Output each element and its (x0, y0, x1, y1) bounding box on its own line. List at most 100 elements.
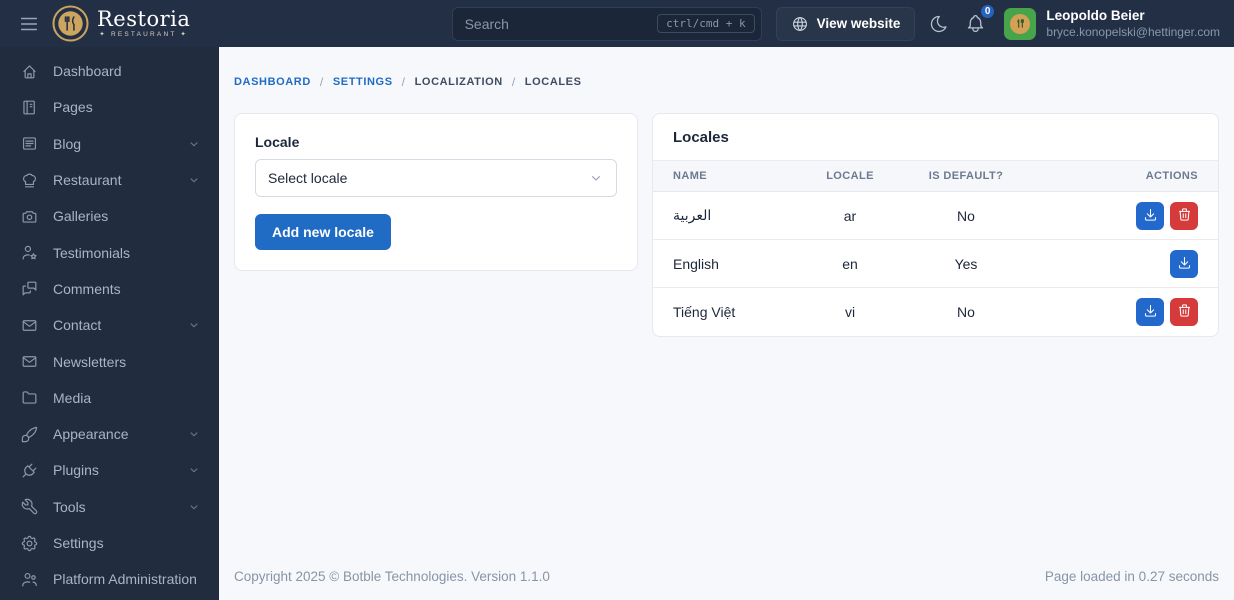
locales-card-title: Locales (653, 114, 1218, 161)
sidebar-item-restaurant[interactable]: Restaurant (0, 162, 219, 198)
column-header-name: NAME (653, 161, 793, 192)
cell-is-default: No (957, 303, 975, 320)
brand-tagline: ✦ RESTAURANT ✦ (99, 30, 189, 38)
cell-locale: en (793, 239, 907, 288)
search-input[interactable]: Search ctrl/cmd + k (451, 6, 762, 41)
camera-icon (20, 207, 40, 226)
chevron-down-icon (187, 318, 201, 332)
sidebar-item-dashboard[interactable]: Dashboard (0, 53, 219, 89)
user-name: Leopoldo Beier (1046, 7, 1145, 23)
article-icon (20, 134, 40, 153)
trash-icon (1177, 207, 1192, 225)
view-website-label: View website (816, 16, 901, 31)
messages-icon (20, 279, 40, 298)
breadcrumb-separator: / (511, 75, 516, 89)
table-row: Tiếng Việt vi No (653, 288, 1218, 336)
delete-locale-button[interactable] (1170, 201, 1198, 230)
view-website-button[interactable]: View website (775, 6, 916, 41)
download-icon (1177, 255, 1192, 273)
cell-actions (1025, 239, 1218, 288)
chevron-down-icon (187, 173, 201, 187)
sidebar-item-appearance[interactable]: Appearance (0, 416, 219, 452)
chevron-down-icon (187, 500, 201, 514)
cell-is-default: Yes (907, 239, 1025, 288)
menu-icon (20, 17, 38, 30)
download-locale-button[interactable] (1170, 249, 1198, 278)
add-new-locale-button[interactable]: Add new locale (255, 214, 391, 250)
settings-icon (20, 534, 40, 553)
download-locale-button[interactable] (1136, 201, 1164, 230)
dark-mode-toggle[interactable] (927, 12, 951, 36)
globe-icon (791, 15, 809, 33)
mail-icon (20, 316, 40, 335)
brush-icon (20, 425, 40, 444)
sidebar-item-comments[interactable]: Comments (0, 271, 219, 307)
utensils-icon (52, 5, 89, 42)
sidebar-item-plugins[interactable]: Plugins (0, 452, 219, 488)
sidebar-item-blog[interactable]: Blog (0, 126, 219, 162)
breadcrumb-separator: / (319, 75, 324, 89)
cards-row: Locale Select locale Add new locale Loca… (234, 113, 1219, 337)
locales-table-body: العربية ar No English en Yes Tiếng Việt vi No (653, 191, 1218, 336)
brand-text: Restoria ✦ RESTAURANT ✦ (97, 6, 191, 39)
column-header-is-default: IS DEFAULT? (907, 161, 1025, 192)
cell-name: Tiếng Việt (673, 303, 736, 320)
locales-table: NAME LOCALE IS DEFAULT? ACTIONS العربية a… (653, 161, 1218, 336)
breadcrumb-item-locales: LOCALES (524, 76, 582, 88)
footer: Copyright 2025 © Botble Technologies. Ve… (234, 549, 1219, 584)
sidebar-item-media[interactable]: Media (0, 380, 219, 416)
menu-toggle-button[interactable] (14, 9, 44, 39)
locale-select[interactable]: Select locale (255, 159, 617, 197)
sidebar-item-galleries[interactable]: Galleries (0, 198, 219, 234)
breadcrumb-item-settings[interactable]: SETTINGS (333, 76, 393, 88)
sidebar-item-settings[interactable]: Settings (0, 525, 219, 561)
add-locale-card: Locale Select locale Add new locale (234, 113, 638, 271)
locale-select-value: Select locale (268, 170, 348, 186)
search-shortcut-kbd: ctrl/cmd + k (657, 14, 755, 33)
topbar: Restoria ✦ RESTAURANT ✦ Search ctrl/cmd … (0, 0, 1234, 47)
breadcrumb: DASHBOARD / SETTINGS / LOCALIZATION / LOCALES (234, 75, 1219, 89)
sidebar-item-contact[interactable]: Contact (0, 307, 219, 343)
delete-locale-button[interactable] (1170, 297, 1198, 326)
cell-name: English (653, 239, 793, 288)
avatar (1004, 7, 1037, 40)
notebook-icon (20, 98, 40, 117)
sidebar-item-pages[interactable]: Pages (0, 89, 219, 125)
download-icon (1143, 303, 1158, 321)
download-locale-button[interactable] (1136, 297, 1164, 326)
chevron-down-icon (187, 137, 201, 151)
avatar-utensils-icon (1010, 13, 1031, 34)
copyright-text: Copyright 2025 © Botble Technologies. Ve… (234, 569, 550, 584)
breadcrumb-item-dashboard[interactable]: DASHBOARD (234, 76, 311, 88)
user-email: bryce.konopelski@hettinger.com (1046, 24, 1220, 39)
sidebar-item-platform-administration[interactable]: Platform Administration (0, 561, 219, 597)
cell-locale: ar (793, 191, 907, 240)
notifications-button[interactable]: 0 (963, 3, 997, 36)
cell-name: العربية (653, 191, 793, 240)
column-header-actions: ACTIONS (1025, 161, 1218, 192)
cell-actions (1025, 191, 1218, 240)
moon-icon (931, 15, 947, 32)
cell-actions (1025, 288, 1218, 336)
sidebar-item-testimonials[interactable]: Testimonials (0, 234, 219, 270)
cell-is-default: No (907, 191, 1025, 240)
users-icon (20, 570, 40, 589)
brand-name: Restoria (97, 6, 191, 31)
download-icon (1143, 207, 1158, 225)
sidebar: Dashboard Pages Blog Restaurant Galleries Tes… (0, 47, 219, 600)
plug-icon (20, 461, 40, 480)
notification-badge: 0 (978, 3, 997, 20)
chevron-down-icon (187, 463, 201, 477)
brand-logo[interactable]: Restoria ✦ RESTAURANT ✦ (52, 5, 190, 42)
cell-locale: vi (844, 303, 856, 320)
sidebar-item-tools[interactable]: Tools (0, 489, 219, 525)
folder-icon (20, 388, 40, 407)
page-load-time: Page loaded in 0.27 seconds (1044, 569, 1219, 584)
breadcrumb-separator: / (401, 75, 406, 89)
sidebar-item-newsletters[interactable]: Newsletters (0, 343, 219, 379)
search-placeholder: Search (464, 15, 509, 32)
tool-icon (20, 497, 40, 516)
user-info: Leopoldo Beier bryce.konopelski@hettinge… (1046, 8, 1220, 39)
user-menu[interactable]: Leopoldo Beier bryce.konopelski@hettinge… (1004, 7, 1220, 40)
table-row: العربية ar No (653, 191, 1218, 240)
